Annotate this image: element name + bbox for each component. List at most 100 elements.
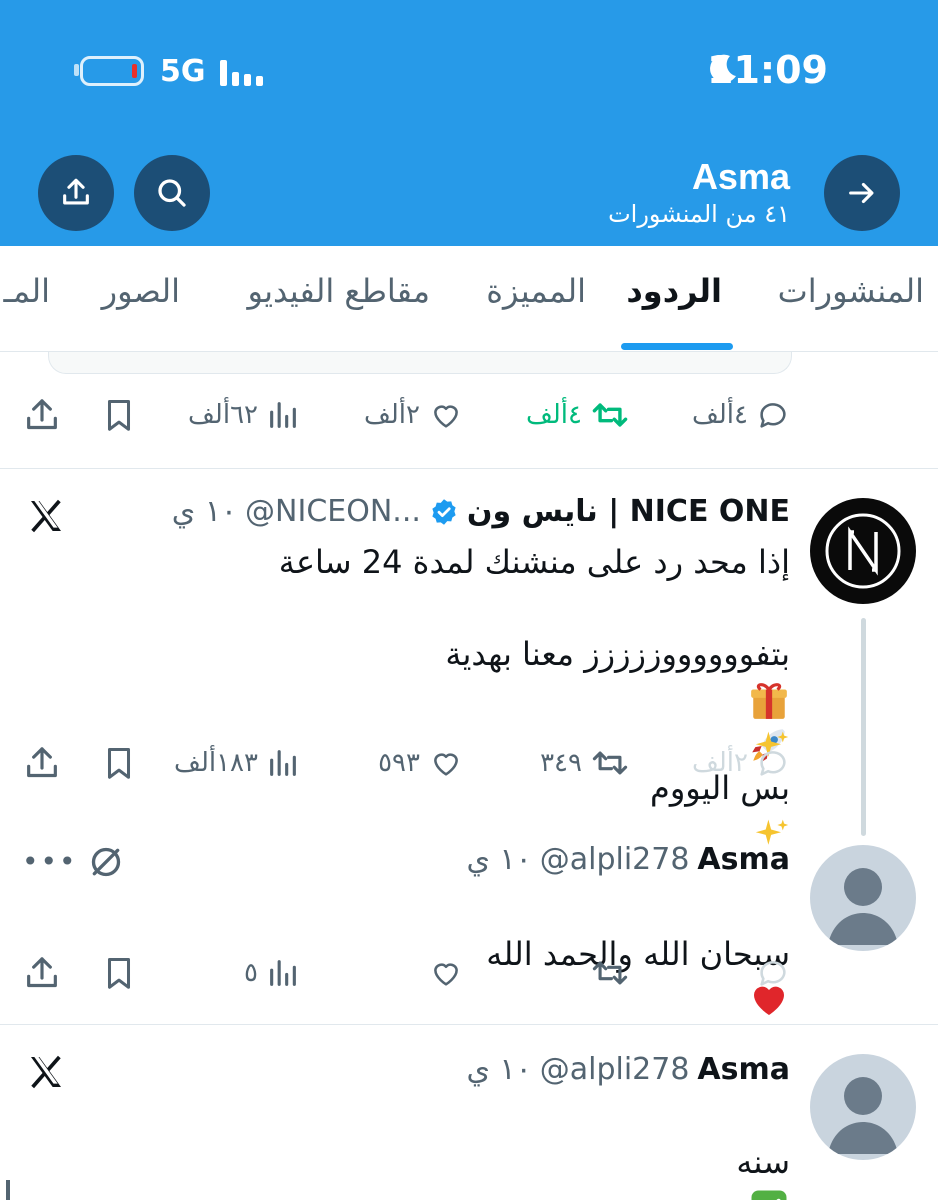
divider [0,1024,938,1025]
bookmark-icon [107,958,131,989]
bookmark-button[interactable] [100,948,138,998]
reply-actions: ٥ [0,948,938,998]
repost-icon [592,751,628,775]
battery-cap [74,64,79,76]
post-author-name[interactable]: Asma [697,1052,790,1087]
active-tab-indicator [621,343,733,350]
reply-icon [760,961,786,986]
reply-count: ٤ألف [691,400,748,430]
default-avatar-icon [828,868,898,945]
profile-tabs: المنشورات الردود المميزة مقاطع الفيديو ا… [0,246,938,352]
post-text-line-2: بتفووووووززززز معنا بهدية [445,635,790,673]
heart-icon [434,753,458,776]
post-header: ١٠ ي @alpli278 Asma [466,1052,790,1087]
repost-count: ٤ألف [525,400,582,430]
reply-count: ٢ألف [691,748,748,778]
share-icon [27,399,57,430]
user-avatar[interactable] [810,845,916,951]
bookmark-button[interactable] [100,738,138,788]
post-handle[interactable]: @alpli278 [540,1052,690,1087]
post-text-period: . [738,1187,748,1200]
check-mark-emoji-icon [751,1190,787,1200]
views-button[interactable]: ٥ [244,948,300,998]
tab-videos[interactable]: مقاطع الفيديو [248,272,430,310]
heart-icon [434,405,458,428]
reply-time: ١٠ ي [466,842,532,877]
profile-name: Asma [691,156,790,197]
profile-header: 5G 11:09 Asma ٤١ من المنشورات [0,0,938,246]
repost-button[interactable]: ٤ألف [526,390,630,440]
x-logo-icon [31,1055,61,1089]
share-post-button[interactable] [22,738,62,788]
views-count: ١٨٣ألف [174,748,258,778]
views-button[interactable]: ١٨٣ألف [174,738,300,788]
arrow-right-icon [849,182,874,204]
tab-replies[interactable]: الردود [626,272,722,310]
user-avatar[interactable] [810,1054,916,1160]
previous-post-card[interactable] [48,352,792,374]
like-button[interactable]: ٢ألف [364,390,464,440]
like-count: ٥٩٣ [378,748,420,778]
views-button[interactable]: ٦٢ألف [188,390,300,440]
default-avatar-icon [828,1077,898,1154]
views-count: ٦٢ألف [188,400,258,430]
repost-icon [592,403,628,427]
reply-button[interactable] [756,948,790,998]
reply-icon [760,403,786,428]
repost-button[interactable] [590,948,630,998]
share-profile-button[interactable] [38,155,114,231]
search-icon [158,179,186,207]
post-time: ١٠ ي [466,1052,532,1087]
views-icon [270,750,296,776]
tab-posts[interactable]: المنشورات [778,272,924,310]
previous-post-actions: ٤ألف ٤ألف ٢ألف ٦٢ألف [0,390,938,440]
back-button[interactable] [824,155,900,231]
tab-photos[interactable]: الصور [102,272,180,310]
battery-icon [80,56,144,86]
post-header: ١٠ ي @NICEON... نايس ون | NICE ONE [172,494,790,529]
post-handle[interactable]: @NICEON... [245,494,421,529]
nice-one-avatar[interactable] [810,498,916,604]
repost-button[interactable]: ٣٤٩ [540,738,630,788]
grok-icon[interactable] [86,842,126,882]
reply-button[interactable]: ٤ألف [692,390,790,440]
divider [0,468,938,469]
post-author-name[interactable]: نايس ون | NICE ONE [467,494,790,529]
reply-author-name[interactable]: Asma [697,842,790,877]
search-button[interactable] [134,155,210,231]
status-time: 11:09 [707,48,828,92]
scroll-indicator [6,1180,10,1200]
post-text: سنه [736,1143,790,1181]
reply-icon [760,751,786,776]
bookmark-button[interactable] [100,390,138,440]
post-count: ٤١ من المنشورات [608,200,790,228]
share-icon [63,178,89,205]
share-post-button[interactable] [22,948,62,998]
nice-one-logo [825,513,901,589]
tab-more[interactable]: المـ [3,272,50,310]
thread-connector [861,618,866,836]
post-text-wrap: سنه . [90,1096,790,1200]
more-options-icon[interactable]: ••• [22,845,78,878]
like-button[interactable] [428,948,464,998]
bookmark-icon [107,400,131,431]
share-icon [27,747,57,778]
views-icon [270,960,296,986]
like-button[interactable]: ٥٩٣ [378,738,464,788]
tab-highlights[interactable]: المميزة [486,272,586,310]
share-post-button[interactable] [22,390,62,440]
repost-count: ٣٤٩ [540,748,582,778]
views-icon [270,402,296,428]
share-icon [27,957,57,988]
repost-icon [592,961,628,985]
reply-handle[interactable]: @alpli278 [540,842,690,877]
reply-header: ١٠ ي @alpli278 Asma [466,842,790,877]
verified-badge-icon [432,498,456,525]
x-logo-icon [31,499,61,533]
views-count: ٥ [244,958,258,988]
signal-icon [220,58,270,86]
network-type: 5G [160,54,206,89]
like-count: ٢ألف [363,400,420,430]
reply-button[interactable]: ٢ألف [692,738,790,788]
heart-icon [434,963,458,986]
